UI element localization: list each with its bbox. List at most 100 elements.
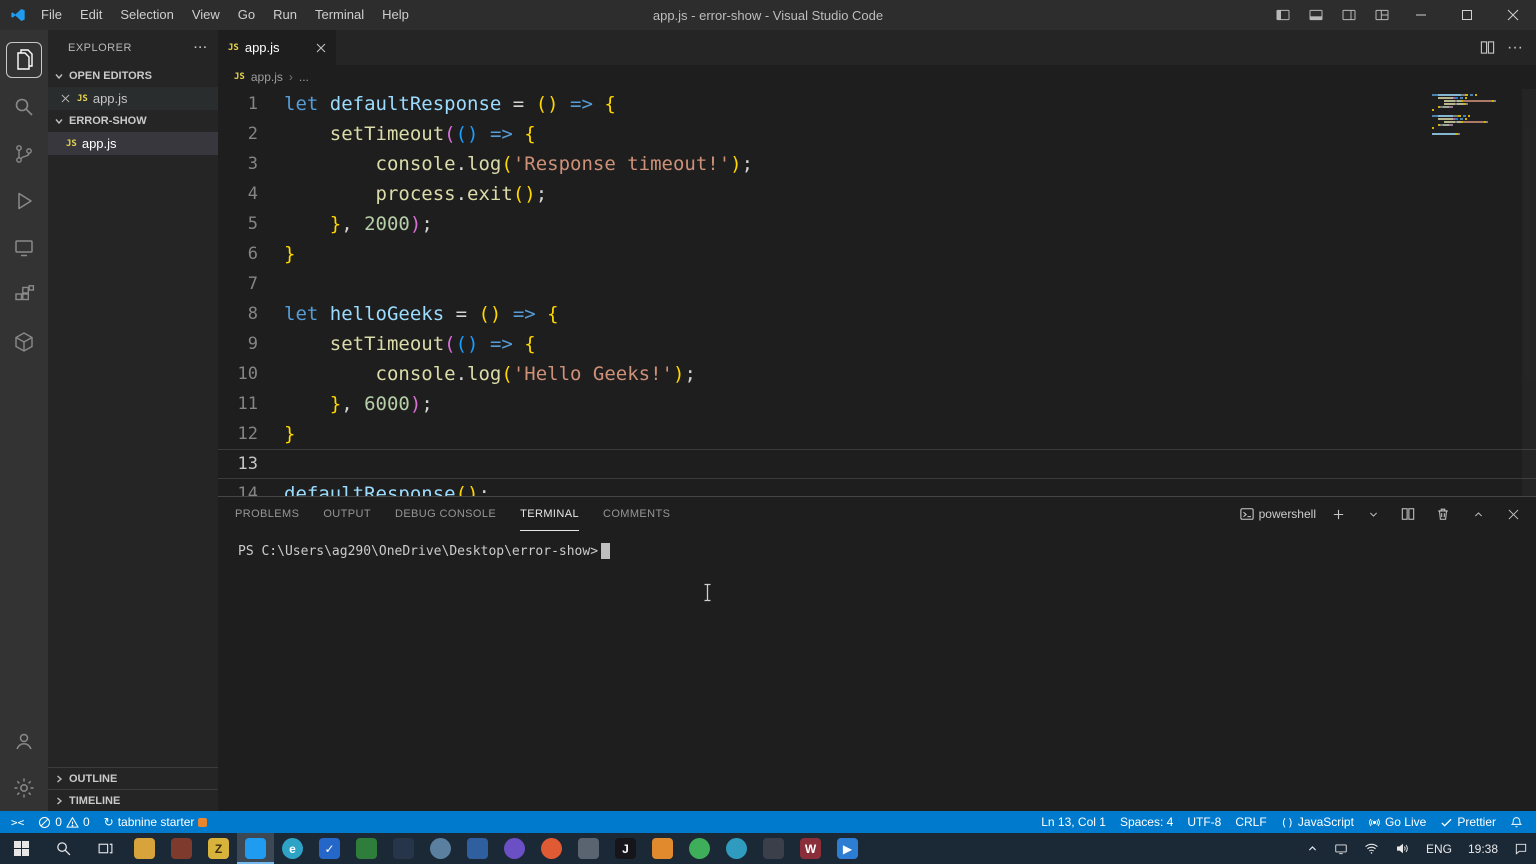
kill-terminal-trash-icon[interactable]	[1430, 501, 1456, 527]
menu-go[interactable]: Go	[229, 0, 264, 30]
menu-selection[interactable]: Selection	[111, 0, 182, 30]
menu-edit[interactable]: Edit	[71, 0, 111, 30]
clock[interactable]: 19:38	[1460, 833, 1506, 864]
taskbar-app-app-monitor-dark[interactable]	[755, 833, 792, 864]
activity-settings[interactable]	[0, 764, 48, 811]
minimap[interactable]	[1432, 94, 1520, 135]
taskbar-app-app-blue-play[interactable]: ▶	[829, 833, 866, 864]
split-terminal-icon[interactable]	[1395, 501, 1421, 527]
taskbar-app-app-gray[interactable]	[570, 833, 607, 864]
split-editor-icon[interactable]	[1474, 35, 1500, 61]
maximize-panel-icon[interactable]	[1465, 501, 1491, 527]
code-line-9[interactable]: 9 setTimeout(() => {	[218, 329, 1536, 359]
taskbar-search[interactable]	[42, 833, 84, 864]
remote-indicator[interactable]: ><	[4, 811, 31, 833]
language-indicator[interactable]: ENG	[1418, 833, 1460, 864]
taskbar-app-app-globe[interactable]	[422, 833, 459, 864]
folder-section[interactable]: ERROR-SHOW	[48, 110, 218, 132]
taskbar-app-app-orange[interactable]	[644, 833, 681, 864]
taskbar-app-app-maroon[interactable]	[163, 833, 200, 864]
minimize-button[interactable]	[1398, 0, 1444, 30]
shell-selector[interactable]: powershell	[1239, 507, 1316, 521]
code-line-3[interactable]: 3 console.log('Response timeout!');	[218, 149, 1536, 179]
toggle-panel-icon[interactable]	[1299, 0, 1332, 30]
editor-scrollbar[interactable]	[1522, 89, 1536, 496]
taskbar-app-file-explorer[interactable]	[126, 833, 163, 864]
maximize-button[interactable]	[1444, 0, 1490, 30]
customize-layout-icon[interactable]	[1365, 0, 1398, 30]
activity-explorer[interactable]	[0, 36, 48, 83]
activity-remote-explorer[interactable]	[0, 224, 48, 271]
open-editor-appjs[interactable]: JS app.js	[48, 87, 218, 110]
tab-problems[interactable]: PROBLEMS	[235, 497, 299, 531]
open-editors-section[interactable]: OPEN EDITORS	[48, 65, 218, 87]
activity-extensions[interactable]	[0, 271, 48, 318]
taskbar-app-app-blue-monitor[interactable]	[459, 833, 496, 864]
volume-icon[interactable]	[1387, 833, 1418, 864]
code-line-7[interactable]: 7	[218, 269, 1536, 299]
taskbar-app-vscode[interactable]	[237, 833, 274, 864]
toggle-secondary-sidebar-icon[interactable]	[1332, 0, 1365, 30]
menu-terminal[interactable]: Terminal	[306, 0, 373, 30]
taskbar-app-app-purple[interactable]	[496, 833, 533, 864]
code-line-2[interactable]: 2 setTimeout(() => {	[218, 119, 1536, 149]
code-line-5[interactable]: 5 }, 2000);	[218, 209, 1536, 239]
indentation[interactable]: Spaces: 4	[1113, 811, 1180, 833]
outline-section[interactable]: OUTLINE	[48, 767, 218, 789]
taskbar-app-app-j[interactable]: J	[607, 833, 644, 864]
close-icon[interactable]	[316, 43, 326, 53]
code-line-10[interactable]: 10 console.log('Hello Geeks!');	[218, 359, 1536, 389]
menu-help[interactable]: Help	[373, 0, 418, 30]
code-line-11[interactable]: 11 }, 6000);	[218, 389, 1536, 419]
tabnine-status[interactable]: ↻ tabnine starter	[97, 811, 215, 833]
problems-indicator[interactable]: 0 0	[31, 811, 96, 833]
taskbar-app-app-gold-z[interactable]: Z	[200, 833, 237, 864]
timeline-section[interactable]: TIMELINE	[48, 789, 218, 811]
menu-run[interactable]: Run	[264, 0, 306, 30]
close-panel-icon[interactable]	[1500, 501, 1526, 527]
taskbar-app-app-green[interactable]	[348, 833, 385, 864]
code-line-4[interactable]: 4 process.exit();	[218, 179, 1536, 209]
code-line-8[interactable]: 8 let helloGeeks = () => {	[218, 299, 1536, 329]
taskbar-app-app-green-circle[interactable]	[681, 833, 718, 864]
task-view-button[interactable]	[84, 833, 126, 864]
taskbar-app-app-blue-check[interactable]: ✓	[311, 833, 348, 864]
breadcrumb[interactable]: JS app.js › ...	[218, 65, 1536, 89]
activity-source-control[interactable]	[0, 130, 48, 177]
activity-search[interactable]	[0, 83, 48, 130]
start-button[interactable]	[0, 833, 42, 864]
go-live[interactable]: Go Live	[1361, 811, 1433, 833]
menu-view[interactable]: View	[183, 0, 229, 30]
activity-account[interactable]	[0, 717, 48, 764]
eol-sequence[interactable]: CRLF	[1228, 811, 1273, 833]
code-line-12[interactable]: 12}	[218, 419, 1536, 449]
more-actions-icon[interactable]: ···	[194, 42, 208, 54]
taskbar-app-app-teal-circle[interactable]	[718, 833, 755, 864]
cursor-position[interactable]: Ln 13, Col 1	[1034, 811, 1113, 833]
code-editor[interactable]: 1 let defaultResponse = () => {2 setTimeo…	[218, 89, 1536, 496]
tree-item-appjs[interactable]: JS app.js	[48, 132, 218, 155]
activity-containers[interactable]	[0, 318, 48, 365]
prettier-status[interactable]: Prettier	[1433, 811, 1503, 833]
taskbar-app-app-w[interactable]: W	[792, 833, 829, 864]
tab-terminal[interactable]: TERMINAL	[520, 497, 579, 531]
terminal-content[interactable]: PS C:\Users\ag290\OneDrive\Desktop\error…	[218, 531, 1536, 811]
notifications[interactable]	[1503, 811, 1530, 833]
tab-appjs[interactable]: JS app.js	[218, 30, 336, 65]
more-actions-icon[interactable]: ···	[1502, 35, 1528, 61]
tab-output[interactable]: OUTPUT	[323, 497, 371, 531]
chevron-down-icon[interactable]	[1360, 501, 1386, 527]
tab-debug-console[interactable]: DEBUG CONSOLE	[395, 497, 496, 531]
close-icon[interactable]	[58, 94, 72, 103]
taskbar-app-app-navy[interactable]	[385, 833, 422, 864]
tray-display-icon[interactable]	[1326, 833, 1356, 864]
code-line-14[interactable]: 14 defaultResponse();	[218, 479, 1536, 496]
hidden-icons-chevron[interactable]	[1299, 833, 1326, 864]
new-terminal-icon[interactable]	[1325, 501, 1351, 527]
breadcrumb-file[interactable]: app.js	[251, 70, 283, 84]
language-mode[interactable]: () JavaScript	[1274, 811, 1361, 833]
taskbar-app-brave-browser[interactable]	[533, 833, 570, 864]
taskbar-app-edge-browser[interactable]: e	[274, 833, 311, 864]
code-line-1[interactable]: 1 let defaultResponse = () => {	[218, 89, 1536, 119]
menu-file[interactable]: File	[32, 0, 71, 30]
